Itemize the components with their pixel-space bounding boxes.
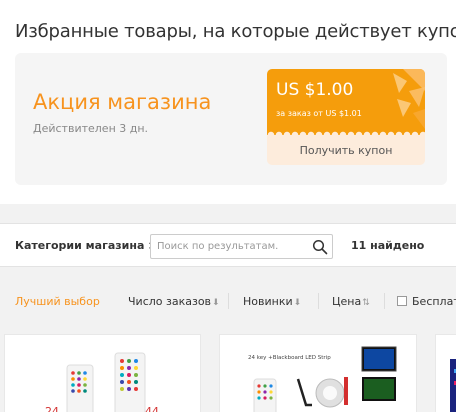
sort-bar: Лучший выбор Число заказов⬇ Новинки⬇ Цен…: [0, 287, 456, 319]
store-categories-link[interactable]: Категории магазина >: [15, 239, 157, 252]
sort-orders[interactable]: Число заказов⬇: [128, 295, 220, 308]
coupon-decoration-icon: [393, 69, 425, 129]
coupon-section: Избранные товары, на которые действует к…: [0, 0, 456, 204]
filter-bar: Категории магазина > 11 найдено: [0, 223, 456, 267]
product-header-text: 24 key +Blackboard LED Strip: [248, 355, 331, 361]
promo-validity: Действителен 3 дн.: [33, 122, 149, 135]
sort-down-icon: ⬇: [293, 298, 302, 308]
product-card[interactable]: [435, 334, 456, 412]
product-card[interactable]: 24 44: [4, 334, 201, 412]
search-icon[interactable]: [312, 239, 328, 255]
coupon-amount: US $1.00: [276, 80, 354, 100]
search-input[interactable]: [151, 235, 309, 258]
sort-updown-icon: ⇅: [362, 298, 370, 308]
product-image: [450, 359, 456, 412]
sort-divider: [228, 293, 229, 309]
store-page: Избранные товары, на которые действует к…: [0, 0, 456, 412]
search-box: [150, 234, 333, 259]
product-image: 24 key +Blackboard LED Strip: [248, 346, 397, 412]
coupon-card: Акция магазина Действителен 3 дн. US $1.…: [15, 53, 447, 185]
results-count: 11 найдено: [351, 239, 425, 252]
promo-title: Акция магазина: [33, 90, 212, 114]
product-label-right: 44: [145, 405, 159, 412]
product-card[interactable]: 24 key +Blackboard LED Strip: [219, 334, 417, 412]
free-shipping-checkbox[interactable]: [397, 296, 407, 306]
sort-divider: [318, 293, 319, 309]
coupon-ticket[interactable]: US $1.00 за заказ от US $1.01 Получить к…: [267, 69, 425, 165]
free-shipping-label: Бесплатная доставка: [412, 295, 456, 308]
sort-newest[interactable]: Новинки⬇: [243, 295, 301, 308]
product-image: 24 44: [45, 352, 159, 412]
sort-price-label: Цена: [332, 295, 362, 308]
sort-price[interactable]: Цена⇅: [332, 295, 370, 308]
sort-best-match[interactable]: Лучший выбор: [15, 295, 100, 308]
get-coupon-button[interactable]: Получить купон: [267, 135, 425, 165]
sort-divider: [384, 293, 385, 309]
sort-orders-label: Число заказов: [128, 295, 212, 308]
featured-title: Избранные товары, на которые действует к…: [15, 21, 456, 42]
sort-best-label: Лучший выбор: [15, 295, 100, 308]
free-shipping-filter[interactable]: Бесплатная доставка: [397, 295, 456, 308]
sort-newest-label: Новинки: [243, 295, 293, 308]
sort-down-icon: ⬇: [212, 298, 220, 308]
product-label-left: 24: [45, 405, 59, 412]
coupon-condition: за заказ от US $1.01: [276, 109, 362, 118]
